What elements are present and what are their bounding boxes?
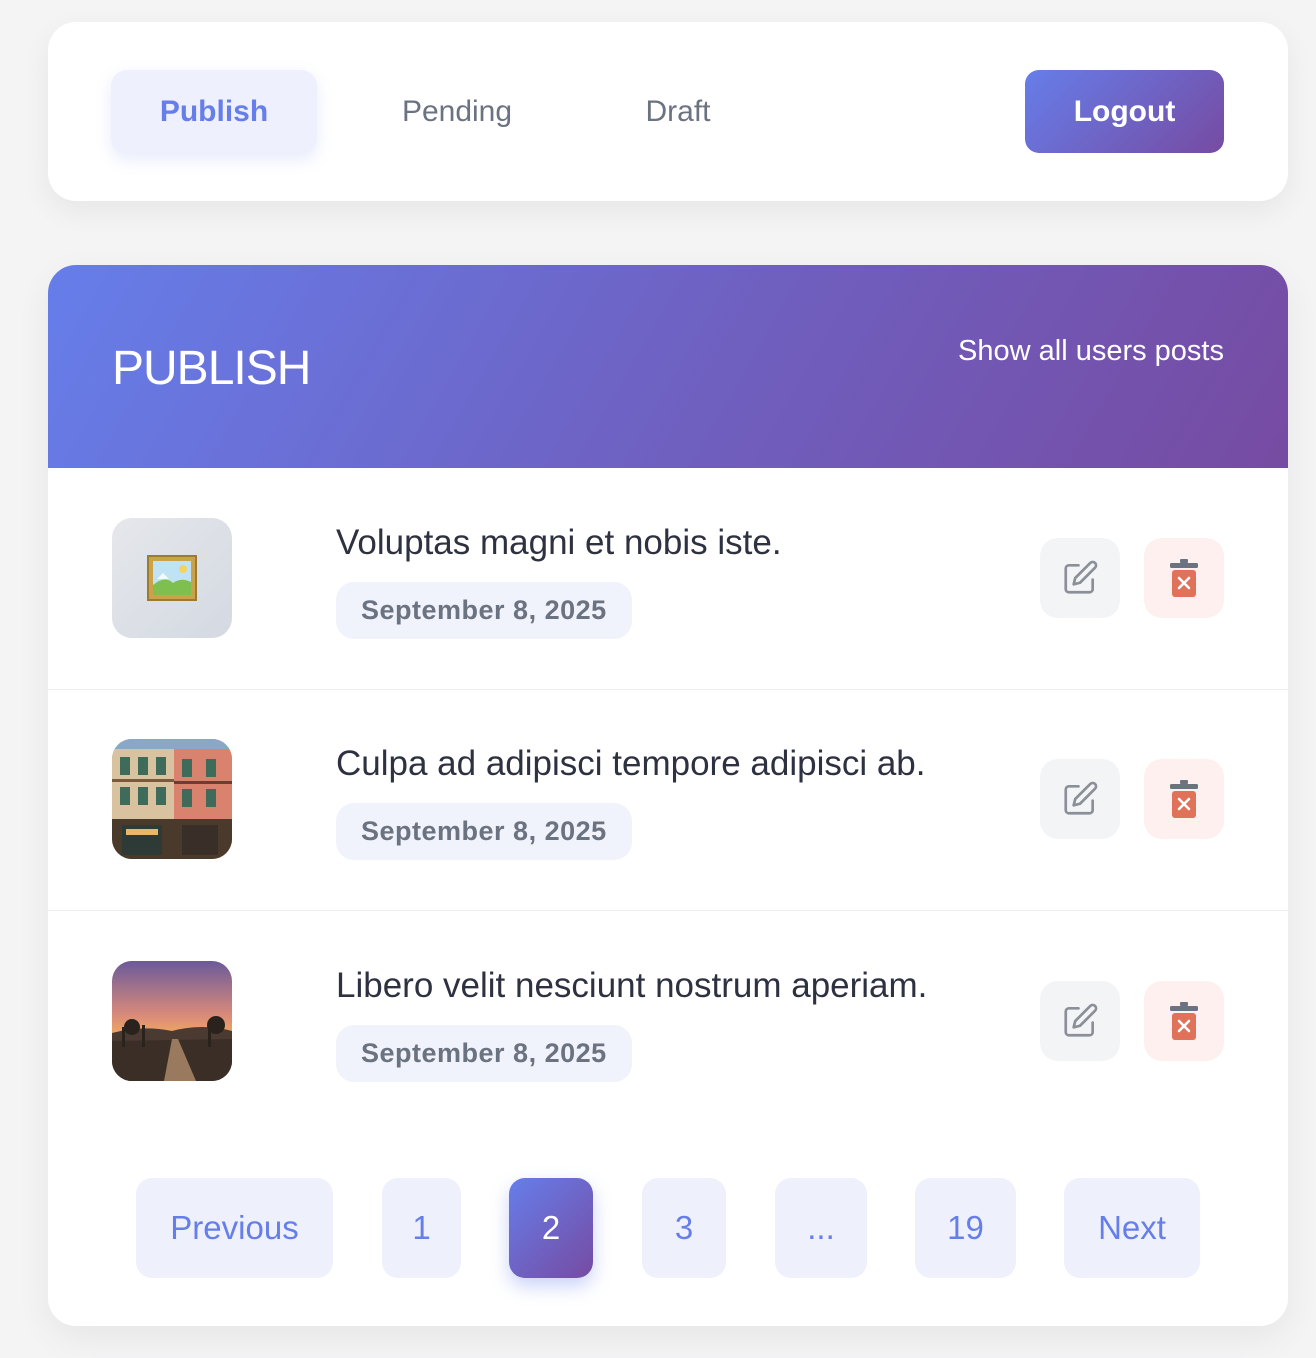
page-button-3[interactable]: 3 bbox=[642, 1178, 726, 1278]
sunset-photo bbox=[112, 961, 232, 1081]
edit-button[interactable] bbox=[1040, 759, 1120, 839]
picture-frame-icon bbox=[147, 555, 197, 601]
page-button-19[interactable]: 19 bbox=[915, 1178, 1016, 1278]
post-title[interactable]: Libero velit nesciunt nostrum aperiam. bbox=[336, 966, 927, 1006]
pagination: Previous 1 2 3 ... 19 Next bbox=[48, 1178, 1288, 1278]
trash-icon bbox=[1170, 780, 1198, 818]
post-date-badge: September 8, 2025 bbox=[336, 803, 632, 860]
edit-icon bbox=[1064, 1003, 1098, 1037]
next-page-button[interactable]: Next bbox=[1064, 1178, 1200, 1278]
delete-button[interactable] bbox=[1144, 981, 1224, 1061]
page-button-1[interactable]: 1 bbox=[382, 1178, 461, 1278]
tab-publish[interactable]: Publish bbox=[111, 70, 317, 154]
page-title: PUBLISH bbox=[112, 342, 311, 395]
edit-button[interactable] bbox=[1040, 538, 1120, 618]
posts-header: PUBLISH Show all users posts bbox=[48, 265, 1288, 468]
building-photo bbox=[112, 739, 232, 859]
post-row: Libero velit nesciunt nostrum aperiam. S… bbox=[48, 911, 1288, 1133]
post-row: Culpa ad adipisci tempore adipisci ab. S… bbox=[48, 689, 1288, 911]
page-ellipsis: ... bbox=[775, 1178, 867, 1278]
edit-button[interactable] bbox=[1040, 981, 1120, 1061]
page-button-2-current[interactable]: 2 bbox=[509, 1178, 593, 1278]
post-row: Voluptas magni et nobis iste. September … bbox=[48, 468, 1288, 690]
post-thumbnail[interactable] bbox=[112, 518, 232, 638]
edit-icon bbox=[1064, 781, 1098, 815]
tab-draft[interactable]: Draft bbox=[608, 70, 748, 154]
tab-pending[interactable]: Pending bbox=[354, 70, 560, 154]
top-nav-card: Publish Pending Draft Logout bbox=[48, 22, 1288, 201]
post-date-badge: September 8, 2025 bbox=[336, 582, 632, 639]
post-thumbnail[interactable] bbox=[112, 961, 232, 1081]
show-all-users-posts-link[interactable]: Show all users posts bbox=[958, 335, 1224, 368]
previous-page-button[interactable]: Previous bbox=[136, 1178, 333, 1278]
logout-button[interactable]: Logout bbox=[1025, 70, 1224, 153]
post-title[interactable]: Voluptas magni et nobis iste. bbox=[336, 523, 782, 563]
posts-card: PUBLISH Show all users posts Voluptas ma… bbox=[48, 265, 1288, 1326]
post-thumbnail[interactable] bbox=[112, 739, 232, 859]
delete-button[interactable] bbox=[1144, 759, 1224, 839]
post-title[interactable]: Culpa ad adipisci tempore adipisci ab. bbox=[336, 744, 926, 784]
delete-button[interactable] bbox=[1144, 538, 1224, 618]
edit-icon bbox=[1064, 560, 1098, 594]
trash-icon bbox=[1170, 1002, 1198, 1040]
trash-icon bbox=[1170, 559, 1198, 597]
post-date-badge: September 8, 2025 bbox=[336, 1025, 632, 1082]
